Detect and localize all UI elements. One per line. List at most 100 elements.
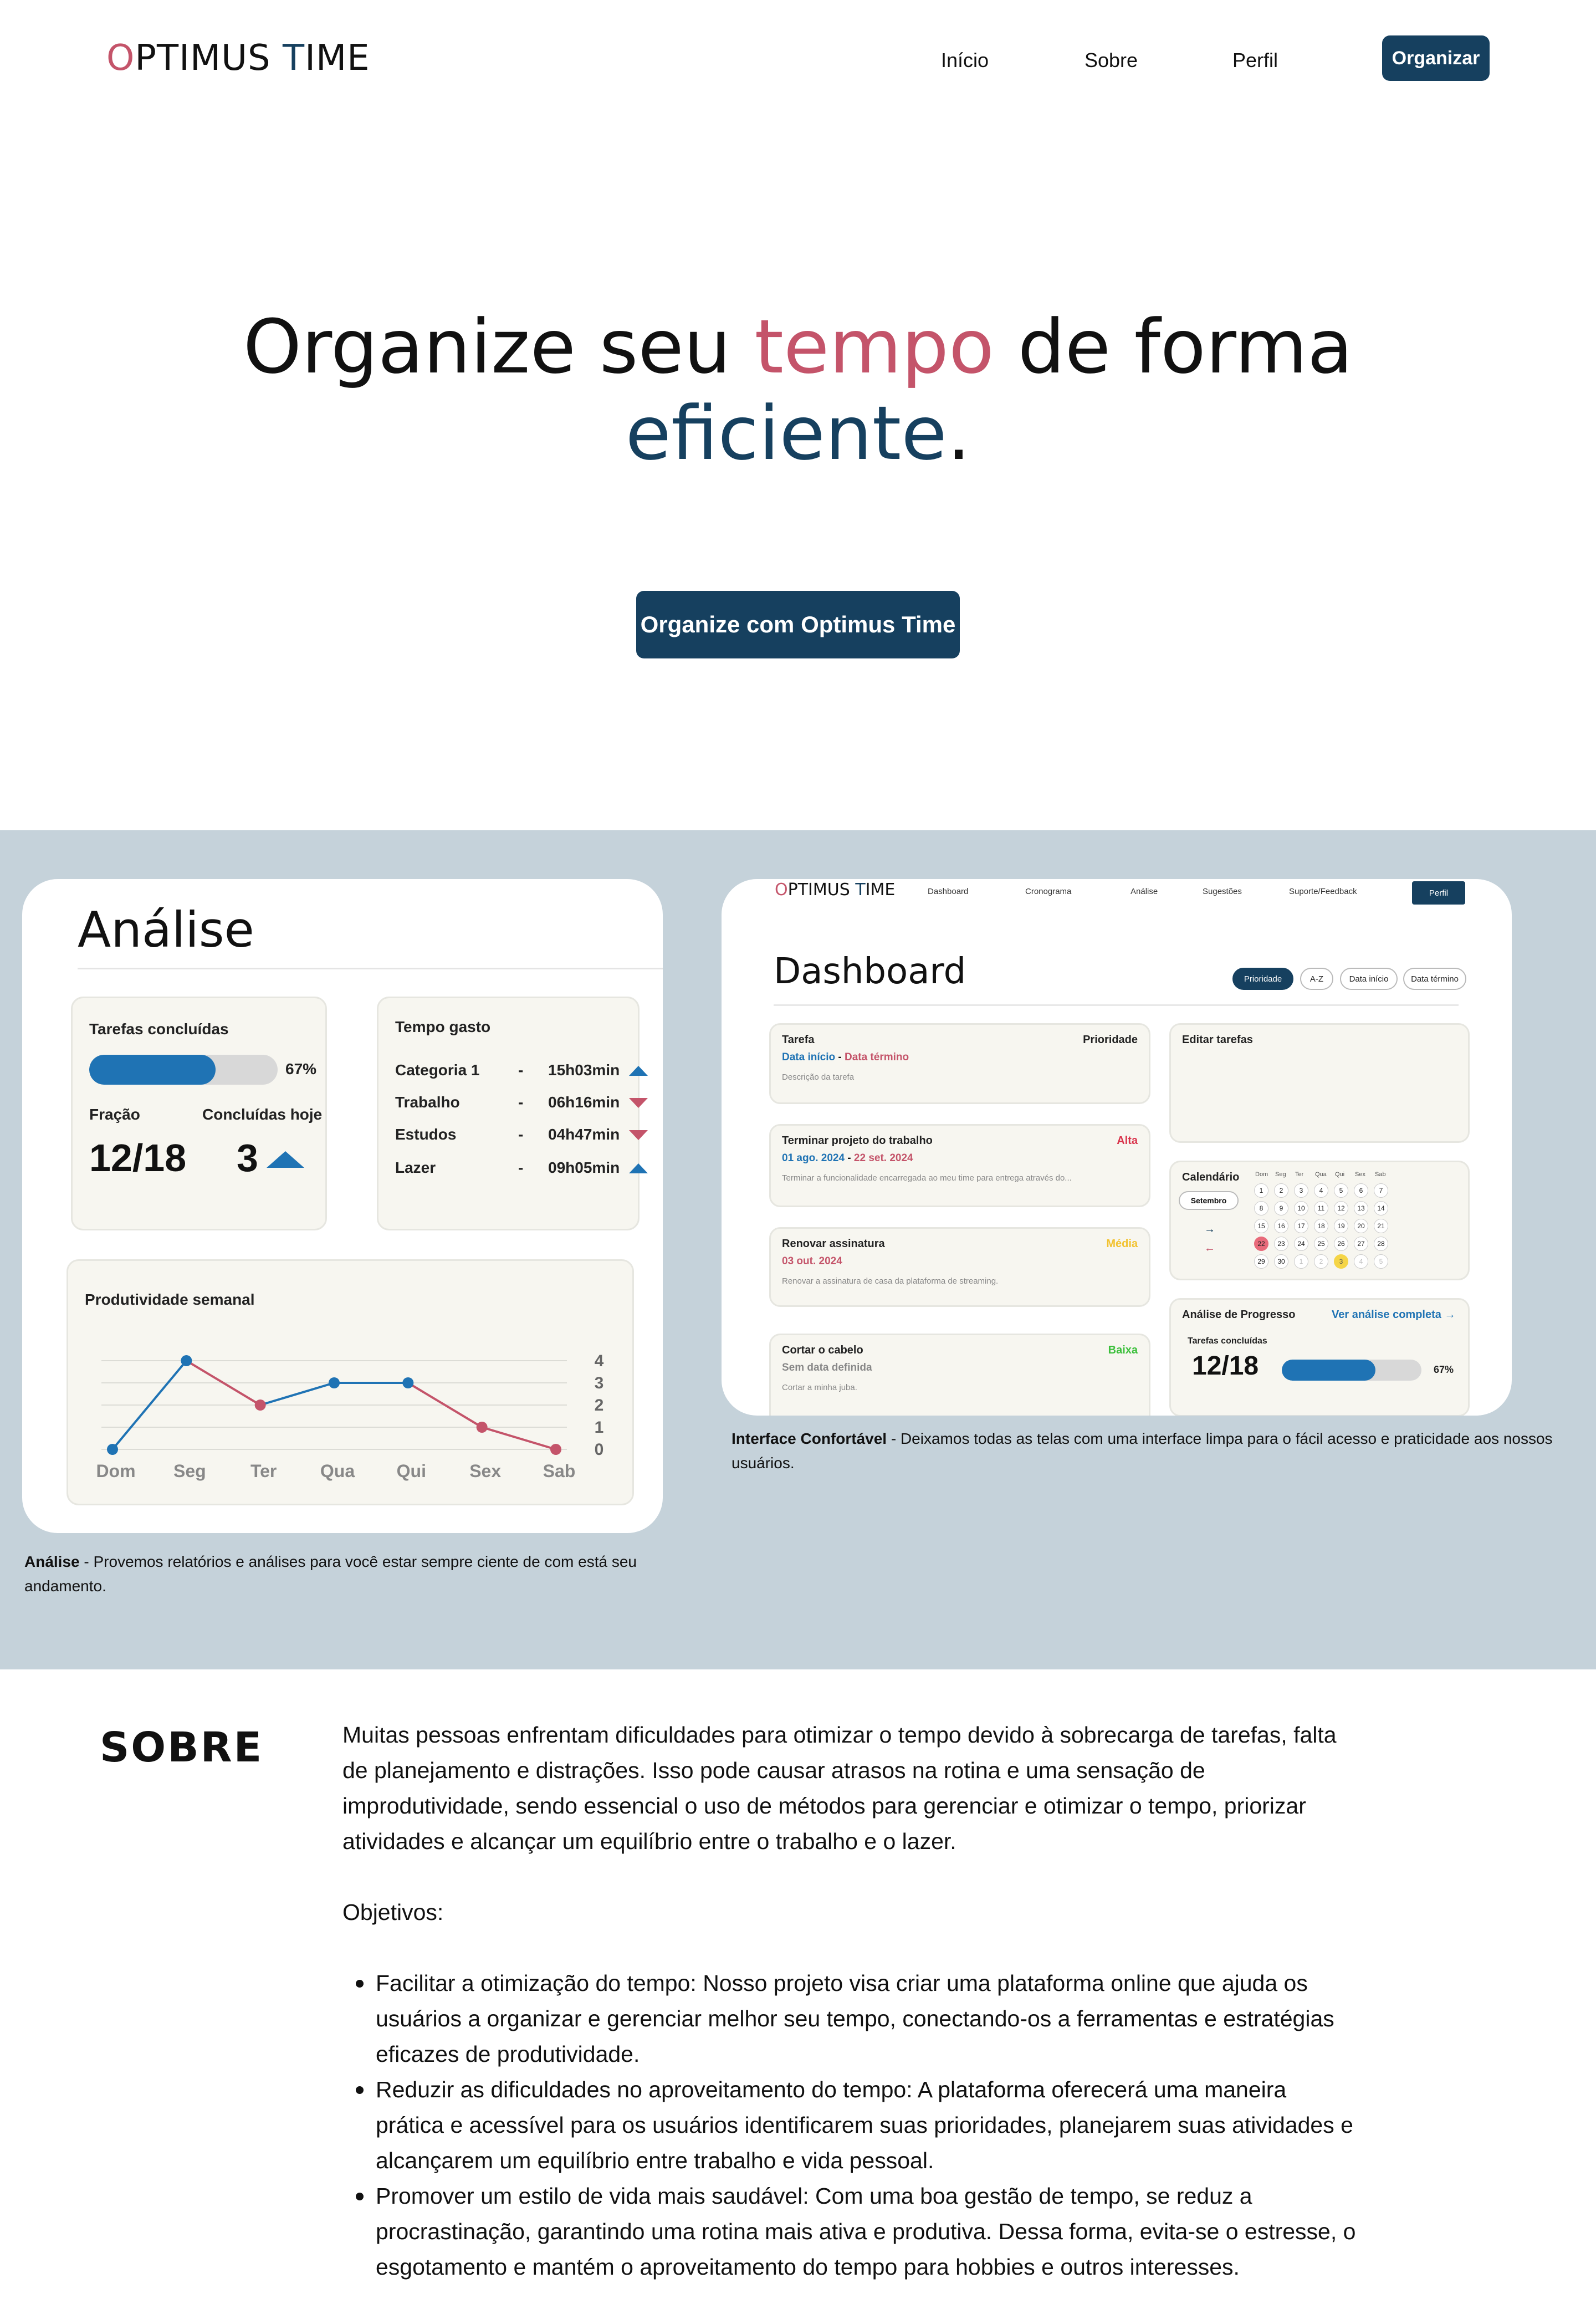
time-row-value: 04h47min <box>548 1126 620 1143</box>
calendar-day[interactable]: 3 <box>1294 1183 1308 1198</box>
calendar-day[interactable]: 29 <box>1254 1254 1268 1269</box>
calendar-prev-arrow-icon[interactable]: ← <box>1204 1242 1215 1255</box>
calendar-weekday-label: Dom <box>1255 1171 1268 1178</box>
time-row: Estudos - 04h47min <box>395 1126 648 1148</box>
filter-chip-data-termino[interactable]: Data término <box>1403 968 1466 990</box>
edit-tasks-panel[interactable]: Editar tarefas <box>1169 1023 1470 1143</box>
dashboard-logo-o: O <box>775 880 788 900</box>
chart-data-point <box>181 1355 192 1366</box>
sobre-heading: SOBRE <box>100 1724 264 1771</box>
calendar-day[interactable]: 4 <box>1314 1183 1328 1198</box>
calendar-day[interactable]: 27 <box>1354 1237 1368 1251</box>
calendar-day[interactable]: 2 <box>1274 1183 1288 1198</box>
hero-title-dot: . <box>947 390 971 477</box>
calendar-day[interactable]: 25 <box>1314 1237 1328 1251</box>
trend-up-icon <box>267 1151 304 1168</box>
calendar-day[interactable]: 30 <box>1274 1254 1288 1269</box>
calendar-next-arrow-icon[interactable]: → <box>1204 1223 1215 1236</box>
time-row-category: Estudos <box>395 1126 457 1143</box>
logo[interactable]: OPTIMUS TIME <box>106 38 370 79</box>
calendar-day[interactable]: 1 <box>1294 1254 1308 1269</box>
trend-down-icon <box>629 1130 648 1140</box>
calendar-day[interactable]: 10 <box>1294 1201 1308 1215</box>
progress-link[interactable]: Ver análise completa → <box>1332 1309 1455 1321</box>
task-title: Renovar assinatura <box>782 1238 885 1250</box>
calendar-day[interactable]: 4 <box>1354 1254 1368 1269</box>
calendar-day[interactable]: 19 <box>1334 1219 1348 1233</box>
calendar-day[interactable]: 15 <box>1254 1219 1268 1233</box>
sobre-intro: Muitas pessoas enfrentam dificuldades pa… <box>342 1717 1357 1859</box>
task-date-end: 22 set. 2024 <box>853 1152 913 1164</box>
dashboard-nav-suporte[interactable]: Suporte/Feedback <box>1289 887 1357 896</box>
nav-link-sobre[interactable]: Sobre <box>1085 49 1138 72</box>
chart-x-tick-label: Sex <box>469 1461 501 1481</box>
chart-x-tick-label: Qua <box>320 1461 355 1481</box>
hero-cta-button[interactable]: Organize com Optimus Time <box>636 591 960 658</box>
task-card[interactable]: Terminar projeto do trabalho Alta 01 ago… <box>769 1124 1150 1207</box>
calendar-day[interactable]: 22 <box>1254 1237 1268 1251</box>
dashboard-nav-cronograma[interactable]: Cronograma <box>1025 887 1071 896</box>
calendar-day[interactable]: 26 <box>1334 1237 1348 1251</box>
calendar-day[interactable]: 1 <box>1254 1183 1268 1198</box>
calendar-day[interactable]: 12 <box>1334 1201 1348 1215</box>
filter-chip-a-z[interactable]: A-Z <box>1300 968 1333 990</box>
calendar-day[interactable]: 13 <box>1354 1201 1368 1215</box>
calendar-day[interactable]: 5 <box>1374 1254 1388 1269</box>
calendar-day[interactable]: 20 <box>1354 1219 1368 1233</box>
time-row-value: 06h16min <box>548 1094 620 1111</box>
calendar-day[interactable]: 3 <box>1334 1254 1348 1269</box>
nav-link-inicio[interactable]: Início <box>941 49 989 72</box>
calendar-day[interactable]: 7 <box>1374 1183 1388 1198</box>
hero-title: Organize seu tempo de forma eficiente. <box>0 304 1596 477</box>
task-description: Cortar a minha juba. <box>782 1383 857 1392</box>
dashboard-caption-bold: Interface Confortável <box>732 1430 887 1447</box>
chart-x-tick-label: Dom <box>96 1461 135 1481</box>
calendar-day[interactable]: 9 <box>1274 1201 1288 1215</box>
dashboard-progress-pct: 67% <box>1434 1364 1454 1375</box>
dashboard-perfil-button[interactable]: Perfil <box>1412 881 1465 905</box>
calendar-day[interactable]: 16 <box>1274 1219 1288 1233</box>
calendar-weekday-label: Sex <box>1355 1171 1365 1178</box>
dashboard-nav-dashboard[interactable]: Dashboard <box>928 887 968 896</box>
filter-chip-data-inicio[interactable]: Data início <box>1340 968 1398 990</box>
time-row: Trabalho - 06h16min <box>395 1094 648 1116</box>
dashboard-nav-analise[interactable]: Análise <box>1130 887 1158 896</box>
calendar-day[interactable]: 23 <box>1274 1237 1288 1251</box>
calendar-day[interactable]: 14 <box>1374 1201 1388 1215</box>
calendar-day[interactable]: 11 <box>1314 1201 1328 1215</box>
chart-data-point <box>402 1377 414 1388</box>
organizar-button[interactable]: Organizar <box>1382 35 1490 81</box>
calendar-day[interactable]: 6 <box>1354 1183 1368 1198</box>
calendar-month-select[interactable]: Setembro <box>1179 1191 1239 1210</box>
task-date-start: Sem data definida <box>782 1362 872 1373</box>
calendar-day[interactable]: 2 <box>1314 1254 1328 1269</box>
task-card-template[interactable]: Tarefa Prioridade Data início - Data tér… <box>769 1023 1150 1104</box>
calendar-day[interactable]: 8 <box>1254 1201 1268 1215</box>
hero-title-part-2: de forma <box>994 304 1353 390</box>
calendar-day[interactable]: 28 <box>1374 1237 1388 1251</box>
trend-up-icon <box>629 1163 648 1173</box>
nav-link-perfil[interactable]: Perfil <box>1232 49 1278 72</box>
chart-data-point <box>476 1422 488 1433</box>
task-date-sep: - <box>845 1152 854 1164</box>
task-card[interactable]: Renovar assinatura Média 03 out. 2024 Re… <box>769 1227 1150 1307</box>
dashboard-logo-ime: IME <box>865 880 896 900</box>
chart-y-tick-label: 0 <box>595 1441 604 1459</box>
calendar-day[interactable]: 5 <box>1334 1183 1348 1198</box>
calendar-day[interactable]: 18 <box>1314 1219 1328 1233</box>
showcase-section: Análise Tarefas concluídas 67% Fração Co… <box>0 830 1596 1669</box>
calendar-day[interactable]: 21 <box>1374 1219 1388 1233</box>
dashboard-nav-sugestoes[interactable]: Sugestões <box>1203 887 1242 896</box>
calendar-day[interactable]: 17 <box>1294 1219 1308 1233</box>
chart-y-tick-label: 1 <box>595 1418 604 1437</box>
chart-data-point <box>329 1377 340 1388</box>
calendar-day[interactable]: 24 <box>1294 1237 1308 1251</box>
task-card[interactable]: Cortar o cabelo Baixa Sem data definida … <box>769 1334 1150 1416</box>
chart-data-point <box>550 1444 561 1455</box>
time-spent-title: Tempo gasto <box>395 1018 491 1035</box>
objectives-label: Objetivos: <box>342 1899 444 1925</box>
time-row: Lazer - 09h05min <box>395 1159 648 1181</box>
time-spent-panel: Tempo gasto Categoria 1 - 15h03min Trabalh… <box>377 997 648 1230</box>
done-today-value: 3 <box>237 1136 258 1179</box>
filter-chip-prioridade[interactable]: Prioridade <box>1232 968 1293 990</box>
